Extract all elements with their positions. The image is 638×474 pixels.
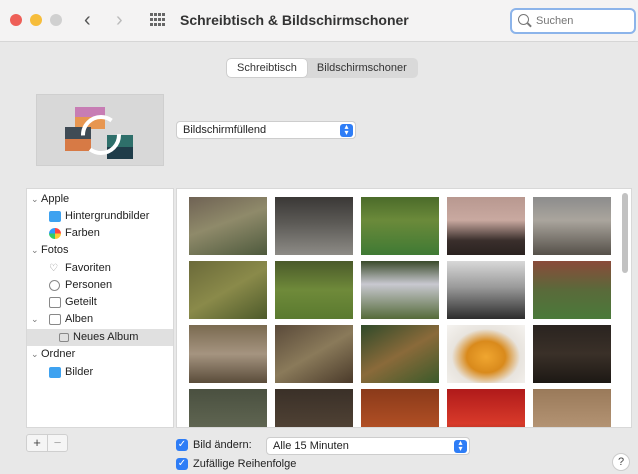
picture-thumbnail[interactable]	[275, 261, 353, 319]
picture-thumbnail[interactable]	[275, 325, 353, 383]
picture-thumbnail[interactable]	[189, 197, 267, 255]
window-title: Schreibtisch & Bildschirmschoner	[180, 12, 409, 28]
change-picture-option[interactable]: ✓ Bild ändern:	[176, 437, 266, 453]
titlebar: ‹ › Schreibtisch & Bildschirmschoner	[0, 0, 638, 42]
search-icon	[518, 14, 529, 25]
preferences-window: ‹ › Schreibtisch & Bildschirmschoner Sch…	[0, 0, 638, 474]
random-order-option[interactable]: ✓ Zufällige Reihenfolge	[176, 456, 336, 472]
album-icon	[49, 314, 61, 325]
person-icon	[49, 280, 60, 291]
picture-thumbnail[interactable]	[361, 389, 439, 427]
color-wheel-icon	[49, 228, 61, 239]
add-folder-button[interactable]: +	[27, 435, 47, 451]
fit-mode-popup[interactable]: Bildschirmfüllend ▴ ▾	[176, 121, 356, 139]
popup-arrows-icon: ▴ ▾	[454, 439, 467, 453]
sidebar-item-bilder[interactable]: Bilder	[27, 364, 173, 381]
picture-thumbnail[interactable]	[447, 197, 525, 255]
disclosure-chevron-icon[interactable]: ⌄	[31, 242, 39, 259]
picture-thumbnail[interactable]	[533, 325, 611, 383]
remove-folder-button[interactable]: −	[47, 435, 67, 451]
sidebar-item-geteilt[interactable]: Geteilt	[27, 294, 173, 311]
sidebar-item-hintergrundbilder[interactable]: Hintergrundbilder	[27, 208, 173, 225]
sidebar-item-personen[interactable]: Personen	[27, 277, 173, 294]
show-all-grid-icon[interactable]	[150, 13, 166, 27]
picture-thumbnail[interactable]	[447, 325, 525, 383]
sidebar-section-fotos[interactable]: ⌄ Fotos	[27, 242, 173, 259]
add-remove-control: + −	[26, 434, 68, 452]
help-button[interactable]: ?	[612, 453, 630, 471]
forward-chevron-icon[interactable]: ›	[116, 8, 123, 32]
change-picture-checkbox[interactable]: ✓	[176, 439, 188, 451]
disclosure-chevron-icon[interactable]: ⌄	[31, 346, 39, 363]
desktop-preview	[36, 94, 164, 166]
picture-thumbnail[interactable]	[275, 389, 353, 427]
picture-thumbnail[interactable]	[533, 261, 611, 319]
tab-schreibtisch[interactable]: Schreibtisch	[227, 59, 307, 77]
source-sidebar: ⌄ Apple Hintergrundbilder Farben ⌄ Fotos…	[26, 188, 174, 428]
picture-thumbnail[interactable]	[361, 325, 439, 383]
interval-popup[interactable]: Alle 15 Minuten ▴ ▾	[266, 437, 470, 455]
sidebar-item-farben[interactable]: Farben	[27, 225, 173, 242]
close-window-button[interactable]	[10, 14, 22, 26]
tab-bildschirmschoner[interactable]: Bildschirmschoner	[307, 59, 417, 77]
picture-thumbnail[interactable]	[361, 261, 439, 319]
picture-thumbnail[interactable]	[533, 197, 611, 255]
sidebar-section-ordner[interactable]: ⌄ Ordner	[27, 346, 173, 363]
sidebar-item-neues-album[interactable]: Neues Album	[27, 329, 173, 346]
search-input[interactable]	[536, 13, 632, 29]
picture-thumbnail[interactable]	[189, 261, 267, 319]
minimize-window-button[interactable]	[30, 14, 42, 26]
disclosure-chevron-icon[interactable]: ⌄	[31, 191, 39, 208]
disclosure-chevron-icon[interactable]: ⌄	[31, 311, 39, 328]
album-icon	[59, 333, 69, 342]
picture-thumbnail[interactable]	[361, 197, 439, 255]
sidebar-item-alben[interactable]: ⌄ Alben	[27, 311, 173, 328]
sidebar-section-apple[interactable]: ⌄ Apple	[27, 191, 173, 208]
random-order-checkbox[interactable]: ✓	[176, 458, 188, 470]
picture-thumbnail[interactable]	[189, 389, 267, 427]
folder-icon	[49, 211, 61, 222]
fit-mode-value: Bildschirmfüllend	[183, 124, 267, 136]
picture-grid	[176, 188, 632, 428]
picture-thumbnail[interactable]	[447, 389, 525, 427]
picture-thumbnail[interactable]	[533, 389, 611, 427]
grid-scrollbar[interactable]	[622, 193, 628, 273]
interval-value: Alle 15 Minuten	[273, 440, 349, 452]
rotating-photos-icon	[65, 107, 133, 159]
popup-arrows-icon: ▴ ▾	[340, 123, 353, 137]
tab-control: Schreibtisch Bildschirmschoner	[226, 58, 418, 78]
picture-thumbnail[interactable]	[189, 325, 267, 383]
picture-thumbnail[interactable]	[275, 197, 353, 255]
folder-icon	[49, 367, 61, 378]
shared-icon	[49, 297, 61, 308]
back-chevron-icon[interactable]: ‹	[84, 8, 91, 32]
heart-icon: ♡	[49, 263, 58, 274]
sidebar-item-favoriten[interactable]: ♡ Favoriten	[27, 260, 173, 277]
zoom-window-button[interactable]	[50, 14, 62, 26]
search-field[interactable]	[510, 8, 636, 34]
picture-thumbnail[interactable]	[447, 261, 525, 319]
